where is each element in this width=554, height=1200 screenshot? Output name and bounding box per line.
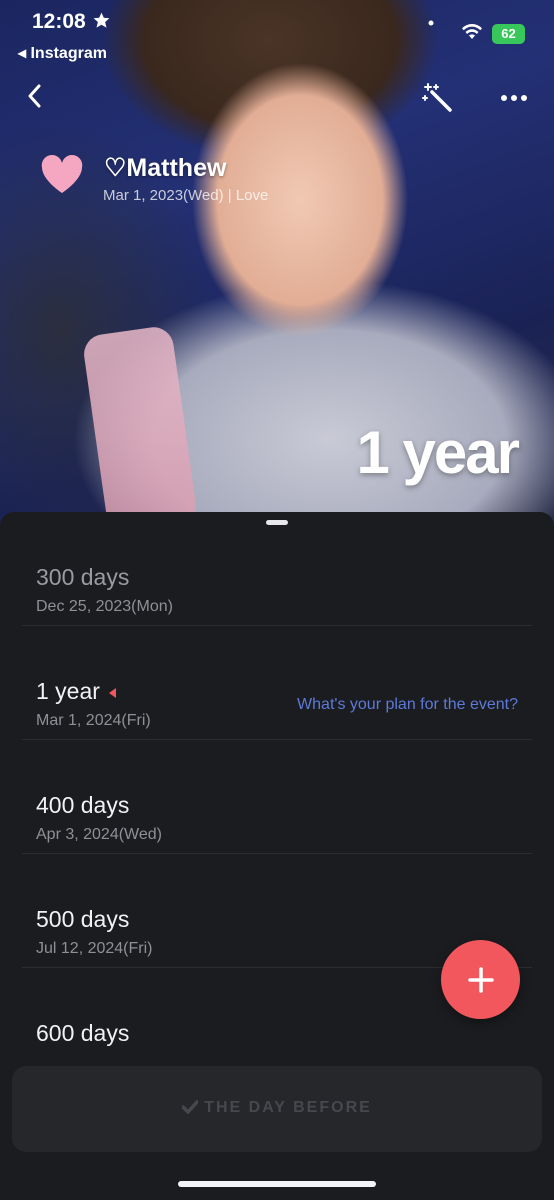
milestone-title: 400 days bbox=[36, 792, 130, 818]
milestone-title: 1 year bbox=[36, 678, 117, 705]
battery-icon: 62 bbox=[492, 24, 525, 44]
photo-detail bbox=[81, 324, 199, 530]
back-icon[interactable] bbox=[24, 82, 46, 110]
milestone-row[interactable]: 400 days Apr 3, 2024(Wed) bbox=[22, 740, 532, 854]
back-to-instagram[interactable]: ◂ Instagram bbox=[18, 43, 107, 63]
milestone-date: Mar 1, 2024(Fri) bbox=[36, 712, 151, 729]
signal-icon bbox=[428, 20, 434, 26]
check-icon bbox=[181, 1100, 199, 1114]
milestone-date: Apr 3, 2024(Wed) bbox=[36, 826, 162, 843]
status-bar: 12:08 ◂ Instagram 62 bbox=[0, 0, 554, 70]
add-event-button[interactable] bbox=[441, 940, 520, 1019]
wifi-icon bbox=[462, 23, 482, 39]
more-icon[interactable] bbox=[500, 84, 528, 112]
plan-event-link[interactable]: What's your plan for the event? bbox=[297, 696, 518, 714]
milestone-row[interactable]: 300 days Dec 25, 2023(Mon) bbox=[22, 512, 532, 626]
event-meta: Mar 1, 2023(Wed) | Love bbox=[103, 187, 269, 204]
magic-wand-icon[interactable] bbox=[422, 82, 456, 116]
milestone-row-current[interactable]: 1 year Mar 1, 2024(Fri) What's your plan… bbox=[22, 626, 532, 740]
elapsed-count: 1 year bbox=[356, 419, 520, 486]
plus-icon bbox=[468, 967, 494, 993]
milestone-title: 300 days bbox=[36, 564, 130, 590]
milestone-date: Jul 12, 2024(Fri) bbox=[36, 940, 153, 957]
milestone-title: 500 days bbox=[36, 906, 130, 932]
day-before-button[interactable]: THE DAY BEFORE bbox=[12, 1066, 542, 1152]
event-name: ♡Matthew bbox=[104, 154, 227, 182]
flag-icon bbox=[108, 687, 116, 698]
home-indicator[interactable] bbox=[178, 1181, 376, 1187]
milestone-date: Dec 25, 2023(Mon) bbox=[36, 598, 173, 615]
day-before-label: THE DAY BEFORE bbox=[12, 1099, 542, 1117]
milestone-title: 600 days bbox=[36, 1020, 130, 1046]
star-icon bbox=[93, 12, 109, 28]
status-time: 12:08 bbox=[32, 10, 111, 34]
heart-icon bbox=[41, 155, 83, 193]
hero-photo: 12:08 ◂ Instagram 62 ♡Matthew Mar 1, 202… bbox=[0, 0, 554, 530]
